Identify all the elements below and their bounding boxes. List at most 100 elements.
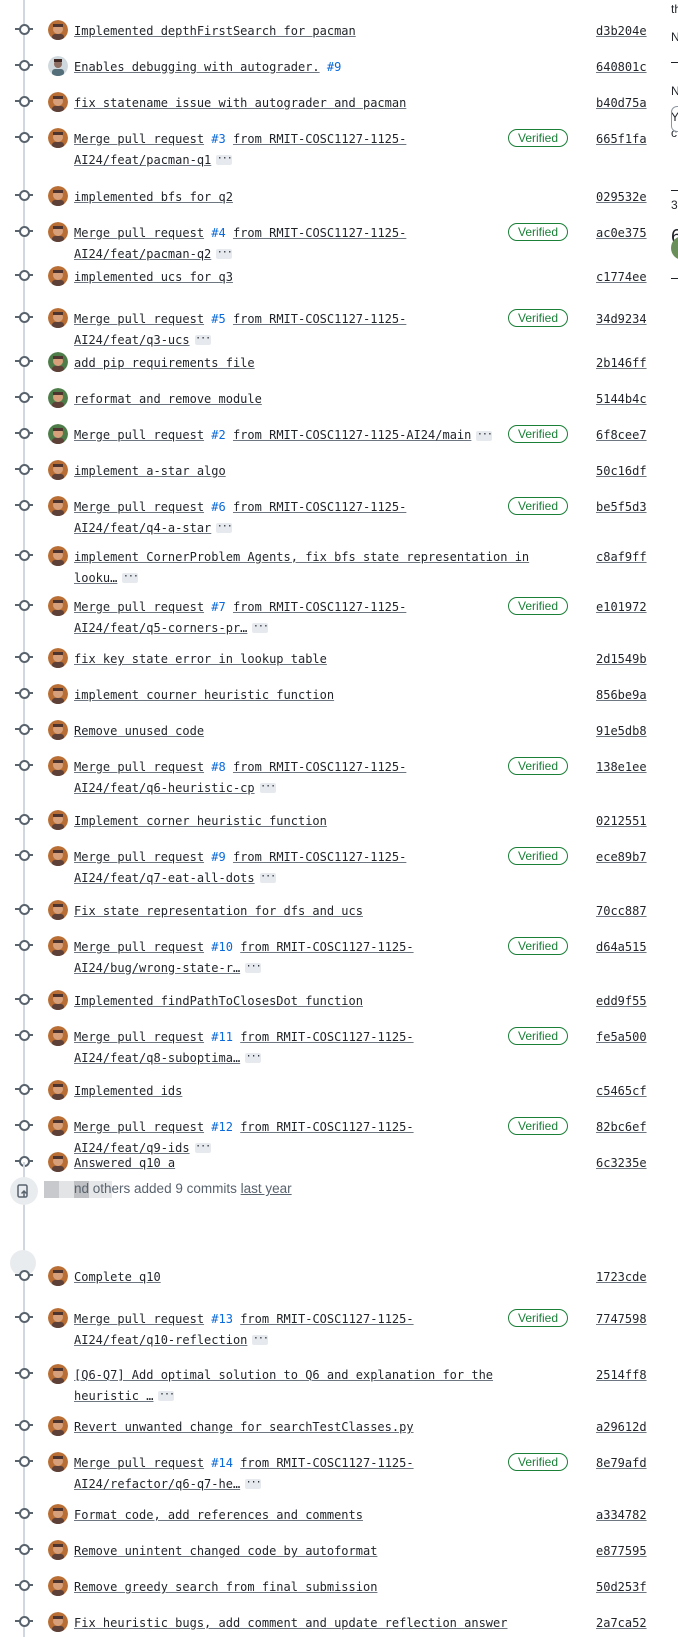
expand-message-button[interactable]: ···: [259, 872, 276, 883]
author-avatar[interactable]: [48, 56, 68, 76]
commit-sha-link[interactable]: e877595: [596, 1541, 647, 1561]
commit-title-link[interactable]: Merge pull request: [74, 850, 204, 864]
verified-badge[interactable]: Verified: [508, 223, 568, 241]
pull-request-link[interactable]: #9: [327, 60, 341, 74]
commit-sha-link[interactable]: c1774ee: [596, 267, 647, 287]
commit-title-link[interactable]: add pip requirements file: [74, 356, 255, 370]
author-avatar[interactable]: [48, 1612, 68, 1632]
author-avatar[interactable]: [48, 1080, 68, 1100]
author-avatar[interactable]: [48, 1152, 68, 1172]
commit-title-link[interactable]: Fix state representation for dfs and ucs: [74, 904, 363, 918]
commit-title-link[interactable]: Implement corner heuristic function: [74, 814, 327, 828]
expand-message-button[interactable]: ···: [122, 572, 139, 583]
pull-request-link[interactable]: #13: [211, 1312, 233, 1326]
commit-sha-link[interactable]: 50c16df: [596, 461, 647, 481]
commit-sha-link[interactable]: 665f1fa: [596, 129, 647, 149]
commit-title-link[interactable]: Merge pull request: [74, 428, 204, 442]
commit-title-link[interactable]: Merge pull request: [74, 226, 204, 240]
pull-request-link[interactable]: #8: [211, 760, 225, 774]
author-avatar[interactable]: [48, 936, 68, 956]
author-avatar[interactable]: [48, 222, 68, 242]
author-avatar[interactable]: [48, 352, 68, 372]
author-avatar[interactable]: [48, 720, 68, 740]
commit-title-link[interactable]: Merge pull request: [74, 132, 204, 146]
commit-title-link[interactable]: Merge pull request: [74, 1312, 204, 1326]
commit-title-link[interactable]: Implemented ids: [74, 1084, 182, 1098]
author-avatar[interactable]: [48, 496, 68, 516]
commit-sha-link[interactable]: 2514ff8: [596, 1365, 647, 1385]
pull-request-link[interactable]: #4: [211, 226, 225, 240]
commit-title-link[interactable]: implement CornerProblem Agents, fix bfs …: [74, 550, 529, 585]
pull-request-link[interactable]: #3: [211, 132, 225, 146]
commit-sha-link[interactable]: be5f5d3: [596, 497, 647, 517]
verified-badge[interactable]: Verified: [508, 497, 568, 515]
author-avatar[interactable]: [48, 388, 68, 408]
commit-sha-link[interactable]: e101972: [596, 597, 647, 617]
pull-request-link[interactable]: #7: [211, 600, 225, 614]
author-avatar[interactable]: [48, 186, 68, 206]
author-avatar[interactable]: [48, 308, 68, 328]
commit-title-link[interactable]: Implemented findPathToClosesDot function: [74, 994, 363, 1008]
commit-sha-link[interactable]: 5144b4c: [596, 389, 647, 409]
commit-title-link[interactable]: Merge pull request: [74, 1456, 204, 1470]
commit-title-link[interactable]: Merge pull request: [74, 500, 204, 514]
commit-sha-link[interactable]: 2d1549b: [596, 649, 647, 669]
commit-title-link[interactable]: from RMIT-COSC1127-1125-AI24/main: [233, 428, 471, 442]
commit-title-link[interactable]: Remove greedy search from final submissi…: [74, 1580, 377, 1594]
author-avatar[interactable]: [48, 900, 68, 920]
expand-message-button[interactable]: ···: [216, 248, 233, 259]
expand-message-button[interactable]: ···: [245, 962, 262, 973]
verified-badge[interactable]: Verified: [508, 1453, 568, 1471]
verified-badge[interactable]: Verified: [508, 757, 568, 775]
commit-title-link[interactable]: Merge pull request: [74, 312, 204, 326]
author-avatar[interactable]: [48, 1452, 68, 1472]
expand-message-button[interactable]: ···: [252, 622, 269, 633]
verified-badge[interactable]: Verified: [508, 937, 568, 955]
pull-request-link[interactable]: #6: [211, 500, 225, 514]
commit-title-link[interactable]: Merge pull request: [74, 1030, 204, 1044]
expand-message-button[interactable]: ···: [476, 429, 493, 441]
verified-badge[interactable]: Verified: [508, 309, 568, 327]
verified-badge[interactable]: Verified: [508, 1027, 568, 1045]
commit-title-link[interactable]: Complete q10: [74, 1270, 161, 1284]
commit-title-link[interactable]: Merge pull request: [74, 940, 204, 954]
pull-request-link[interactable]: #2: [211, 428, 225, 442]
expand-message-button[interactable]: ···: [194, 1142, 211, 1153]
commit-sha-link[interactable]: 50d253f: [596, 1577, 647, 1597]
commit-sha-link[interactable]: a29612d: [596, 1417, 647, 1437]
commit-sha-link[interactable]: 34d9234: [596, 309, 647, 329]
expand-message-button[interactable]: ···: [216, 154, 233, 165]
commit-title-link[interactable]: Format code, add references and comments: [74, 1508, 363, 1522]
verified-badge[interactable]: Verified: [508, 129, 568, 147]
author-avatar[interactable]: [48, 1308, 68, 1328]
commit-sha-link[interactable]: 1723cde: [596, 1267, 647, 1287]
commit-sha-link[interactable]: 7747598: [596, 1309, 647, 1329]
commit-sha-link[interactable]: a334782: [596, 1505, 647, 1525]
commit-sha-link[interactable]: ac0e375: [596, 223, 647, 243]
commit-title-link[interactable]: Merge pull request: [74, 600, 204, 614]
commit-title-link[interactable]: fix key state error in lookup table: [74, 652, 327, 666]
commit-title-link[interactable]: implement a-star algo: [74, 464, 226, 478]
commit-title-link[interactable]: Answered q10 a: [74, 1156, 175, 1170]
commit-sha-link[interactable]: 856be9a: [596, 685, 647, 705]
verified-badge[interactable]: Verified: [508, 425, 568, 443]
author-avatar[interactable]: [48, 1266, 68, 1286]
commit-sha-link[interactable]: 640801c: [596, 57, 647, 77]
expand-message-button[interactable]: ···: [216, 522, 233, 533]
commit-title-link[interactable]: implemented bfs for q2: [74, 190, 233, 204]
author-avatar[interactable]: [48, 460, 68, 480]
pull-request-link[interactable]: #11: [211, 1030, 233, 1044]
commit-sha-link[interactable]: d64a515: [596, 937, 647, 957]
author-avatar[interactable]: [48, 92, 68, 112]
author-avatar[interactable]: [48, 846, 68, 866]
commit-sha-link[interactable]: d3b204e: [596, 21, 647, 41]
sidebar-button-edge[interactable]: [671, 106, 678, 132]
commit-sha-link[interactable]: 0212551: [596, 811, 647, 831]
author-avatar[interactable]: [48, 648, 68, 668]
author-avatar[interactable]: [48, 1540, 68, 1560]
commit-title-link[interactable]: implement courner heuristic function: [74, 688, 334, 702]
author-avatar[interactable]: [48, 1116, 68, 1136]
author-avatar[interactable]: [48, 1576, 68, 1596]
author-avatar[interactable]: [48, 990, 68, 1010]
commit-sha-link[interactable]: 2a7ca52: [596, 1613, 647, 1633]
